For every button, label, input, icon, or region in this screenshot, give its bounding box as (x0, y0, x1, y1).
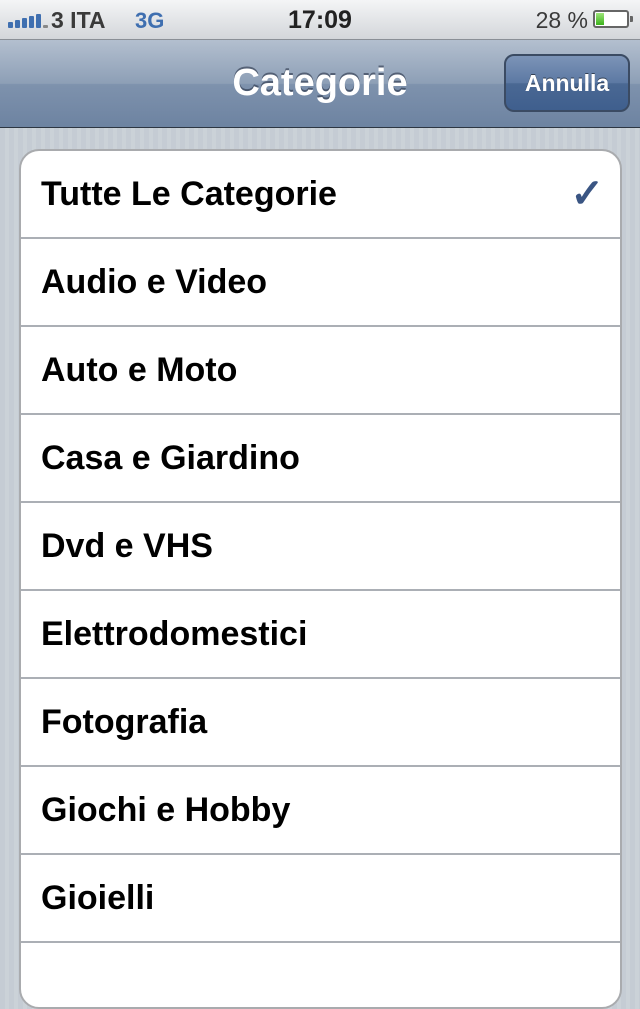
list-item[interactable]: Dvd e VHS (21, 503, 620, 591)
list-item[interactable]: Giochi e Hobby (21, 767, 620, 855)
navigation-bar: Categorie Annulla (0, 40, 640, 128)
status-bar: 3 ITA 3G 17:09 28 % (0, 0, 640, 40)
list-item-label: Auto e Moto (41, 351, 238, 389)
list-item-label: Gioielli (41, 879, 155, 917)
list-item[interactable]: Gioielli (21, 855, 620, 943)
list-item-label: Dvd e VHS (41, 527, 213, 565)
battery-level (596, 13, 604, 25)
cancel-button[interactable]: Annulla (504, 54, 630, 112)
list-item[interactable] (21, 943, 620, 1007)
list-item-label: Audio e Video (41, 263, 268, 301)
list-item-label: Giochi e Hobby (41, 791, 291, 829)
list-item-label: Fotografia (41, 703, 208, 741)
list-item-label: Elettrodomestici (41, 615, 308, 653)
list-item[interactable]: Tutte Le Categorie ✓ (21, 151, 620, 239)
list-item-label: Tutte Le Categorie (41, 175, 337, 213)
battery-percentage: 28 % (535, 7, 588, 33)
list-item[interactable]: Auto e Moto (21, 327, 620, 415)
category-list: Tutte Le Categorie ✓ Audio e Video Auto e M… (19, 149, 622, 1009)
list-item[interactable]: Elettrodomestici (21, 591, 620, 679)
list-item[interactable]: Casa e Giardino (21, 415, 620, 503)
list-item[interactable]: Fotografia (21, 679, 620, 767)
list-item-label: Casa e Giardino (41, 439, 300, 477)
battery-icon (593, 10, 633, 28)
list-item[interactable]: Audio e Video (21, 239, 620, 327)
checkmark-icon: ✓ (570, 172, 604, 216)
